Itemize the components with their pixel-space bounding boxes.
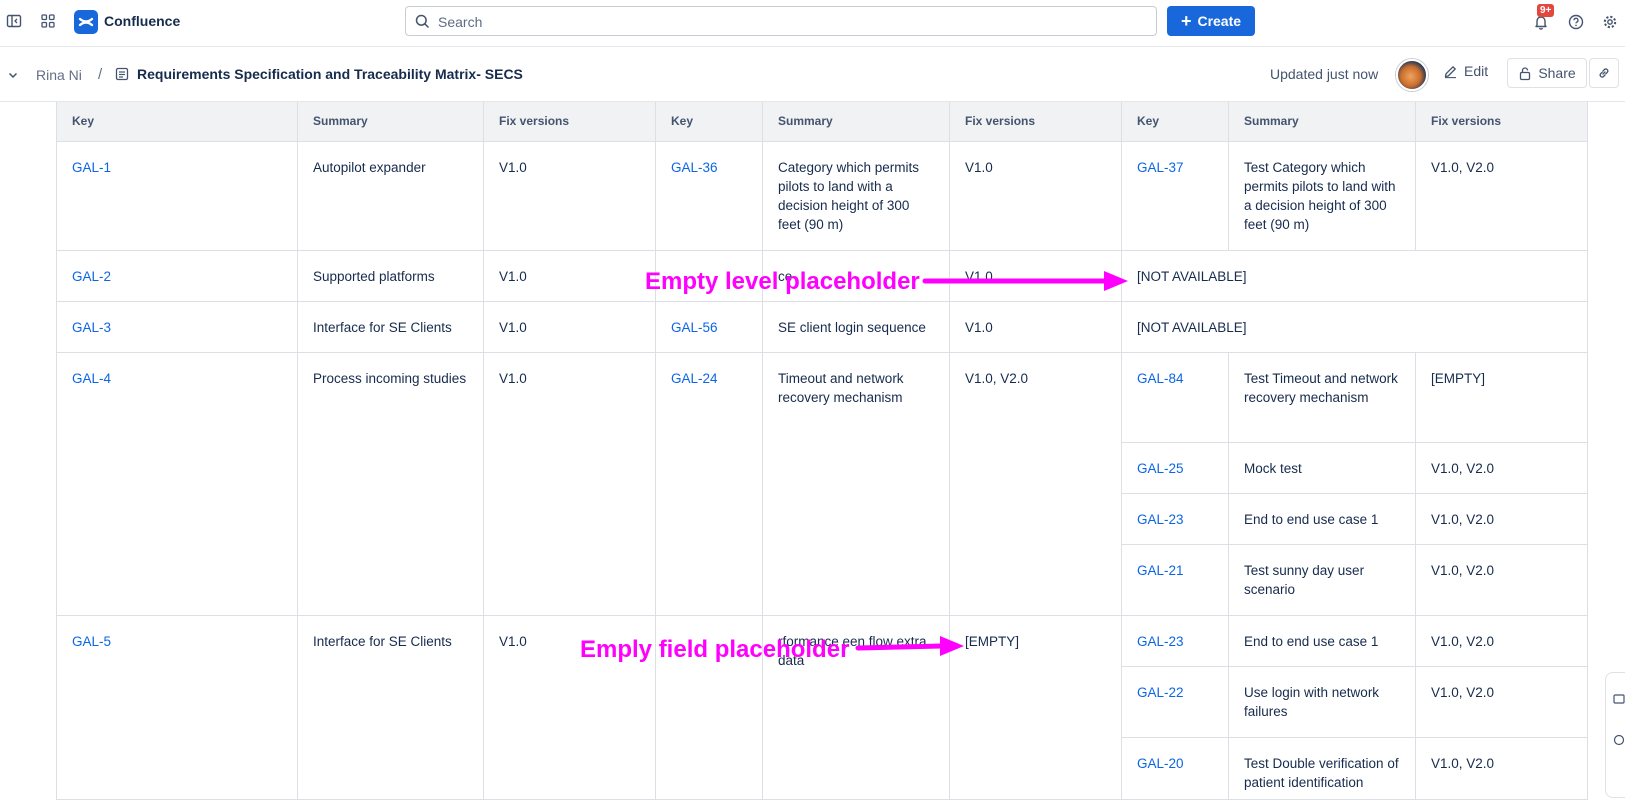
table-cell: V1.0 — [484, 251, 656, 302]
table-cell: Interface for SE Clients — [298, 302, 484, 353]
issue-key-link[interactable]: GAL-25 — [1122, 443, 1229, 494]
table-cell: End to end use case 1 — [1229, 494, 1416, 545]
search-placeholder: Search — [438, 14, 483, 30]
app-switcher-icon[interactable] — [38, 11, 58, 31]
table-cell: V1.0 — [950, 302, 1122, 353]
chevron-down-icon[interactable] — [6, 68, 20, 82]
annotation-empty-level: Empty level placeholder — [645, 268, 920, 295]
table-cell: Category which permits pilots to land wi… — [763, 142, 950, 251]
table-cell: V1.0, V2.0 — [1416, 142, 1588, 251]
create-button[interactable]: + Create — [1167, 6, 1255, 36]
page-header: Rina Ni / Requirements Specification and… — [0, 47, 1625, 102]
notification-badge: 9+ — [1537, 4, 1555, 17]
issue-key-link[interactable]: GAL-4 — [56, 353, 298, 616]
table-cell: Use login with network failures — [1229, 667, 1416, 738]
pencil-icon — [1444, 65, 1456, 78]
issue-key-link[interactable]: GAL-22 — [1122, 667, 1229, 738]
issue-key-link[interactable]: GAL-24 — [656, 353, 763, 616]
table-header-cell: Fix versions — [484, 102, 656, 142]
search-icon — [415, 14, 430, 29]
table-header-cell: Fix versions — [1416, 102, 1588, 142]
table-cell: [NOT AVAILABLE] — [1122, 302, 1588, 353]
copy-link-button[interactable] — [1589, 58, 1619, 88]
table-cell: V1.0 — [484, 353, 656, 616]
table-cell: V1.0 — [484, 142, 656, 251]
comment-icon[interactable] — [1612, 693, 1625, 707]
table-header-cell: Key — [56, 102, 298, 142]
top-navigation: Confluence Search + Create 9+ — [0, 0, 1625, 47]
table-header-cell: Summary — [298, 102, 484, 142]
table-cell: Test Category which permits pilots to la… — [1229, 142, 1416, 251]
page-title: Requirements Specification and Traceabil… — [137, 66, 523, 82]
link-icon — [1599, 68, 1609, 78]
edit-button[interactable]: Edit — [1443, 63, 1488, 79]
table-cell: SE client login sequence — [763, 302, 950, 353]
table-cell: V1.0 — [484, 302, 656, 353]
table-cell: Test sunny day user scenario — [1229, 545, 1416, 616]
table-header-cell: Summary — [763, 102, 950, 142]
history-icon[interactable] — [1612, 733, 1625, 747]
annotation-empty-field: Emply field placeholder — [580, 636, 850, 663]
issue-key-link[interactable]: GAL-5 — [56, 616, 298, 800]
lock-icon — [1520, 66, 1531, 80]
table-header-cell: Summary — [1229, 102, 1416, 142]
table-header-cell: Fix versions — [950, 102, 1122, 142]
issue-key-link[interactable]: GAL-36 — [656, 142, 763, 251]
table-cell: V1.0, V2.0 — [1416, 616, 1588, 667]
issue-key-link[interactable]: GAL-37 — [1122, 142, 1229, 251]
table-cell: Mock test — [1229, 443, 1416, 494]
issue-key-link[interactable]: GAL-23 — [1122, 616, 1229, 667]
table-cell: End to end use case 1 — [1229, 616, 1416, 667]
table-cell: Test Timeout and network recovery mechan… — [1229, 353, 1416, 443]
create-label: Create — [1197, 13, 1242, 29]
page-icon — [114, 66, 130, 82]
table-cell: V1.0, V2.0 — [1416, 494, 1588, 545]
app-name[interactable]: Confluence — [104, 13, 180, 29]
table-cell: V1.0 — [950, 251, 1122, 302]
table-cell: [EMPTY] — [950, 616, 1122, 800]
table-cell: V1.0, V2.0 — [1416, 667, 1588, 738]
updated-status: Updated just now — [1270, 66, 1379, 82]
table-cell: Timeout and network recovery mechanism — [763, 353, 950, 616]
table-header-cell: Key — [1122, 102, 1229, 142]
issue-key-link[interactable]: GAL-21 — [1122, 545, 1229, 616]
side-actions-panel[interactable] — [1605, 672, 1625, 798]
table-cell: [NOT AVAILABLE] — [1122, 251, 1588, 302]
table-cell: Process incoming studies — [298, 353, 484, 616]
table-cell: [EMPTY] — [1416, 353, 1588, 443]
table-cell: Supported platforms — [298, 251, 484, 302]
table-header-cell: Key — [656, 102, 763, 142]
gear-icon[interactable] — [1599, 11, 1621, 33]
avatar[interactable] — [1396, 59, 1428, 91]
edit-label: Edit — [1464, 63, 1489, 79]
table-cell: V1.0, V2.0 — [1416, 738, 1588, 800]
breadcrumb-separator: / — [98, 66, 103, 83]
table-cell: V1.0, V2.0 — [1416, 545, 1588, 616]
plus-icon: + — [1180, 11, 1192, 31]
issue-key-link[interactable]: GAL-3 — [56, 302, 298, 353]
table-cell: V1.0, V2.0 — [950, 353, 1122, 616]
issue-key-link[interactable]: GAL-56 — [656, 302, 763, 353]
breadcrumb-user[interactable]: Rina Ni — [36, 67, 82, 83]
table-cell: V1.0 — [950, 142, 1122, 251]
share-label: Share — [1538, 65, 1576, 81]
table-cell: V1.0, V2.0 — [1416, 443, 1588, 494]
share-button[interactable]: Share — [1507, 58, 1587, 88]
issue-key-link[interactable]: GAL-1 — [56, 142, 298, 251]
issue-key-link[interactable]: GAL-84 — [1122, 353, 1229, 443]
table-cell: Autopilot expander — [298, 142, 484, 251]
table-cell: Test Double verification of patient iden… — [1229, 738, 1416, 800]
help-icon[interactable] — [1565, 11, 1587, 33]
issue-key-link[interactable]: GAL-2 — [56, 251, 298, 302]
search-input[interactable]: Search — [405, 6, 1157, 36]
confluence-logo[interactable] — [74, 10, 98, 34]
sidebar-toggle-icon[interactable] — [4, 11, 24, 31]
issue-key-link[interactable]: GAL-23 — [1122, 494, 1229, 545]
issue-key-link[interactable]: GAL-20 — [1122, 738, 1229, 800]
table-cell: Interface for SE Clients — [298, 616, 484, 800]
